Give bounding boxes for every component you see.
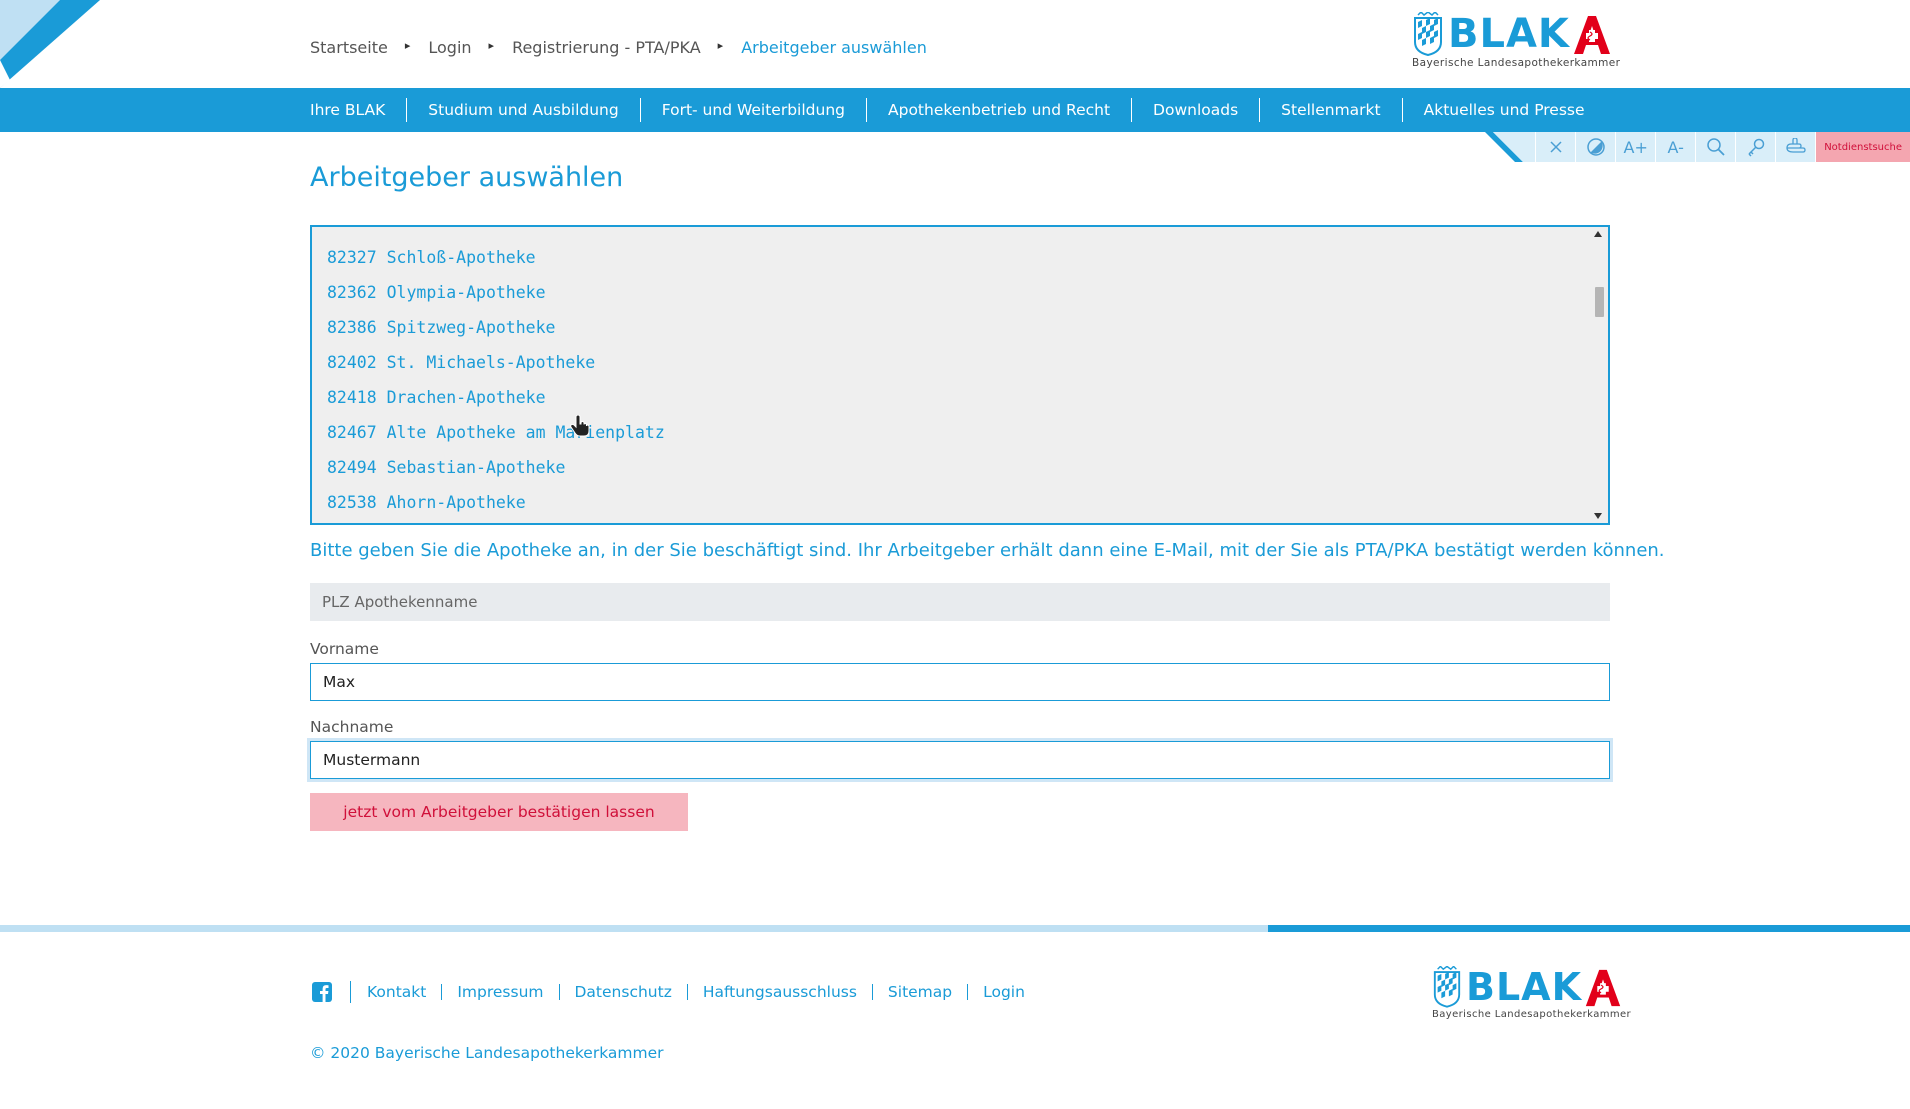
nav-ihre-blak[interactable]: Ihre BLAK <box>310 101 406 119</box>
confirm-employer-button[interactable]: jetzt vom Arbeitgeber bestätigen lassen <box>310 793 688 831</box>
hand-pointer-cursor-icon <box>570 415 590 437</box>
help-text: Bitte geben Sie die Apotheke an, in der … <box>310 540 1665 561</box>
close-icon <box>1550 141 1562 153</box>
bavaria-crest-icon <box>1433 966 1461 1008</box>
breadcrumb-separator: ▸ <box>404 39 411 52</box>
font-increase-icon: A+ <box>1623 137 1648 157</box>
blak-logo[interactable]: BLAK Bayerische Landesapothekerkammer <box>1412 12 1620 69</box>
corner-decoration <box>0 0 100 88</box>
nav-aktuelles-und-presse[interactable]: Aktuelles und Presse <box>1403 101 1606 119</box>
nachname-field[interactable] <box>310 741 1610 779</box>
footer-separator <box>967 984 969 1000</box>
breadcrumb-current: Arbeitgeber auswählen <box>741 38 927 57</box>
font-increase-button[interactable]: A+ <box>1615 132 1656 162</box>
blak-footer-logo[interactable]: BLAK Bayerische Landesapothekerkammer <box>1432 966 1631 1020</box>
breadcrumb: Startseite ▸ Login ▸ Registrierung - PTA… <box>310 38 927 57</box>
scroll-thumb[interactable] <box>1595 287 1604 317</box>
apotheke-a-icon <box>1573 16 1610 54</box>
plz-apothekenname-input[interactable] <box>310 583 1610 621</box>
blak-logo-subtitle: Bayerische Landesapothekerkammer <box>1432 1009 1632 1020</box>
nachname-label: Nachname <box>310 718 394 736</box>
breadcrumb-separator: ▸ <box>488 39 495 52</box>
key-icon <box>1748 138 1764 157</box>
footer-link-impressum[interactable]: Impressum <box>457 983 543 1001</box>
footer-separator <box>350 981 351 1003</box>
pharmacy-option[interactable]: 82362 Olympia-Apotheke <box>327 282 1608 317</box>
hand-icon <box>1786 138 1806 153</box>
pharmacy-option[interactable]: 82327 Schloß-Apotheke <box>327 247 1608 282</box>
blak-wordmark: BLAK <box>1466 965 1583 1009</box>
page-title: Arbeitgeber auswählen <box>310 162 624 193</box>
facebook-icon <box>312 982 332 1002</box>
pharmacy-option[interactable]: 82386 Spitzweg-Apotheke <box>327 317 1608 352</box>
footer-link-haftungsausschluss[interactable]: Haftungsausschluss <box>703 983 857 1001</box>
font-decrease-icon: A- <box>1667 137 1684 157</box>
footer-link-datenschutz[interactable]: Datenschutz <box>575 983 672 1001</box>
facebook-link[interactable] <box>310 980 334 1004</box>
vorname-field[interactable] <box>310 663 1610 701</box>
apotheke-a-icon <box>1585 969 1621 1007</box>
nav-apothekenbetrieb-und-recht[interactable]: Apothekenbetrieb und Recht <box>867 101 1131 119</box>
font-decrease-button[interactable]: A- <box>1655 132 1696 162</box>
footer-separator <box>441 984 443 1000</box>
search-button[interactable] <box>1695 132 1736 162</box>
vorname-label: Vorname <box>310 640 379 658</box>
footer-separator <box>686 984 688 1000</box>
footer-link-kontakt[interactable]: Kontakt <box>367 983 426 1001</box>
footer-divider-dark <box>1268 925 1910 932</box>
toolbar-decoration <box>1485 132 1536 162</box>
login-key-button[interactable] <box>1735 132 1776 162</box>
pharmacy-option[interactable]: 82538 Ahorn-Apotheke <box>327 492 1608 523</box>
blak-logo-subtitle: Bayerische Landesapothekerkammer <box>1412 57 1621 69</box>
contrast-button[interactable] <box>1575 132 1616 162</box>
scroll-up-arrow-icon[interactable] <box>1594 231 1602 237</box>
main-navigation: Ihre BLAK Studium und Ausbildung Fort- u… <box>0 88 1910 132</box>
pharmacy-option[interactable]: 82494 Sebastian-Apotheke <box>327 457 1608 492</box>
breadcrumb-registrierung[interactable]: Registrierung - PTA/PKA <box>512 38 701 57</box>
pharmacy-option[interactable]: 82402 St. Michaels-Apotheke <box>327 352 1608 387</box>
footer-separator <box>558 984 560 1000</box>
scroll-down-arrow-icon[interactable] <box>1594 513 1602 519</box>
copyright-text: © 2020 Bayerische Landesapothekerkammer <box>310 1044 664 1062</box>
nav-fort-und-weiterbildung[interactable]: Fort- und Weiterbildung <box>641 101 866 119</box>
pharmacy-listbox[interactable]: 82327 Schloß-Apotheke 82362 Olympia-Apot… <box>310 225 1610 525</box>
nav-downloads[interactable]: Downloads <box>1132 101 1259 119</box>
listbox-scrollbar[interactable] <box>1590 227 1608 523</box>
contrast-icon <box>1586 138 1605 156</box>
bavaria-crest-icon <box>1414 12 1442 56</box>
footer-divider-light <box>0 925 1268 932</box>
nav-studium-und-ausbildung[interactable]: Studium und Ausbildung <box>407 101 639 119</box>
footer-link-sitemap[interactable]: Sitemap <box>888 983 952 1001</box>
accessibility-toolbar: A+ A- Notdienstsuche <box>1485 132 1910 162</box>
footer-link-login[interactable]: Login <box>983 983 1025 1001</box>
close-toolbar-button[interactable] <box>1535 132 1576 162</box>
pharmacy-option[interactable]: 82467 Alte Apotheke am Marienplatz <box>327 422 1608 457</box>
search-icon <box>1706 138 1725 156</box>
easy-language-button[interactable] <box>1775 132 1816 162</box>
breadcrumb-login[interactable]: Login <box>428 38 471 57</box>
breadcrumb-separator: ▸ <box>717 39 724 52</box>
breadcrumb-startseite[interactable]: Startseite <box>310 38 388 57</box>
notdienstsuche-button[interactable]: Notdienstsuche <box>1815 132 1910 162</box>
nav-stellenmarkt[interactable]: Stellenmarkt <box>1260 101 1401 119</box>
footer-separator <box>871 984 873 1000</box>
footer-navigation: Kontakt Impressum Datenschutz Haftungsau… <box>310 980 1025 1004</box>
pharmacy-option[interactable]: 82418 Drachen-Apotheke <box>327 387 1608 422</box>
blak-wordmark: BLAK <box>1448 11 1570 57</box>
